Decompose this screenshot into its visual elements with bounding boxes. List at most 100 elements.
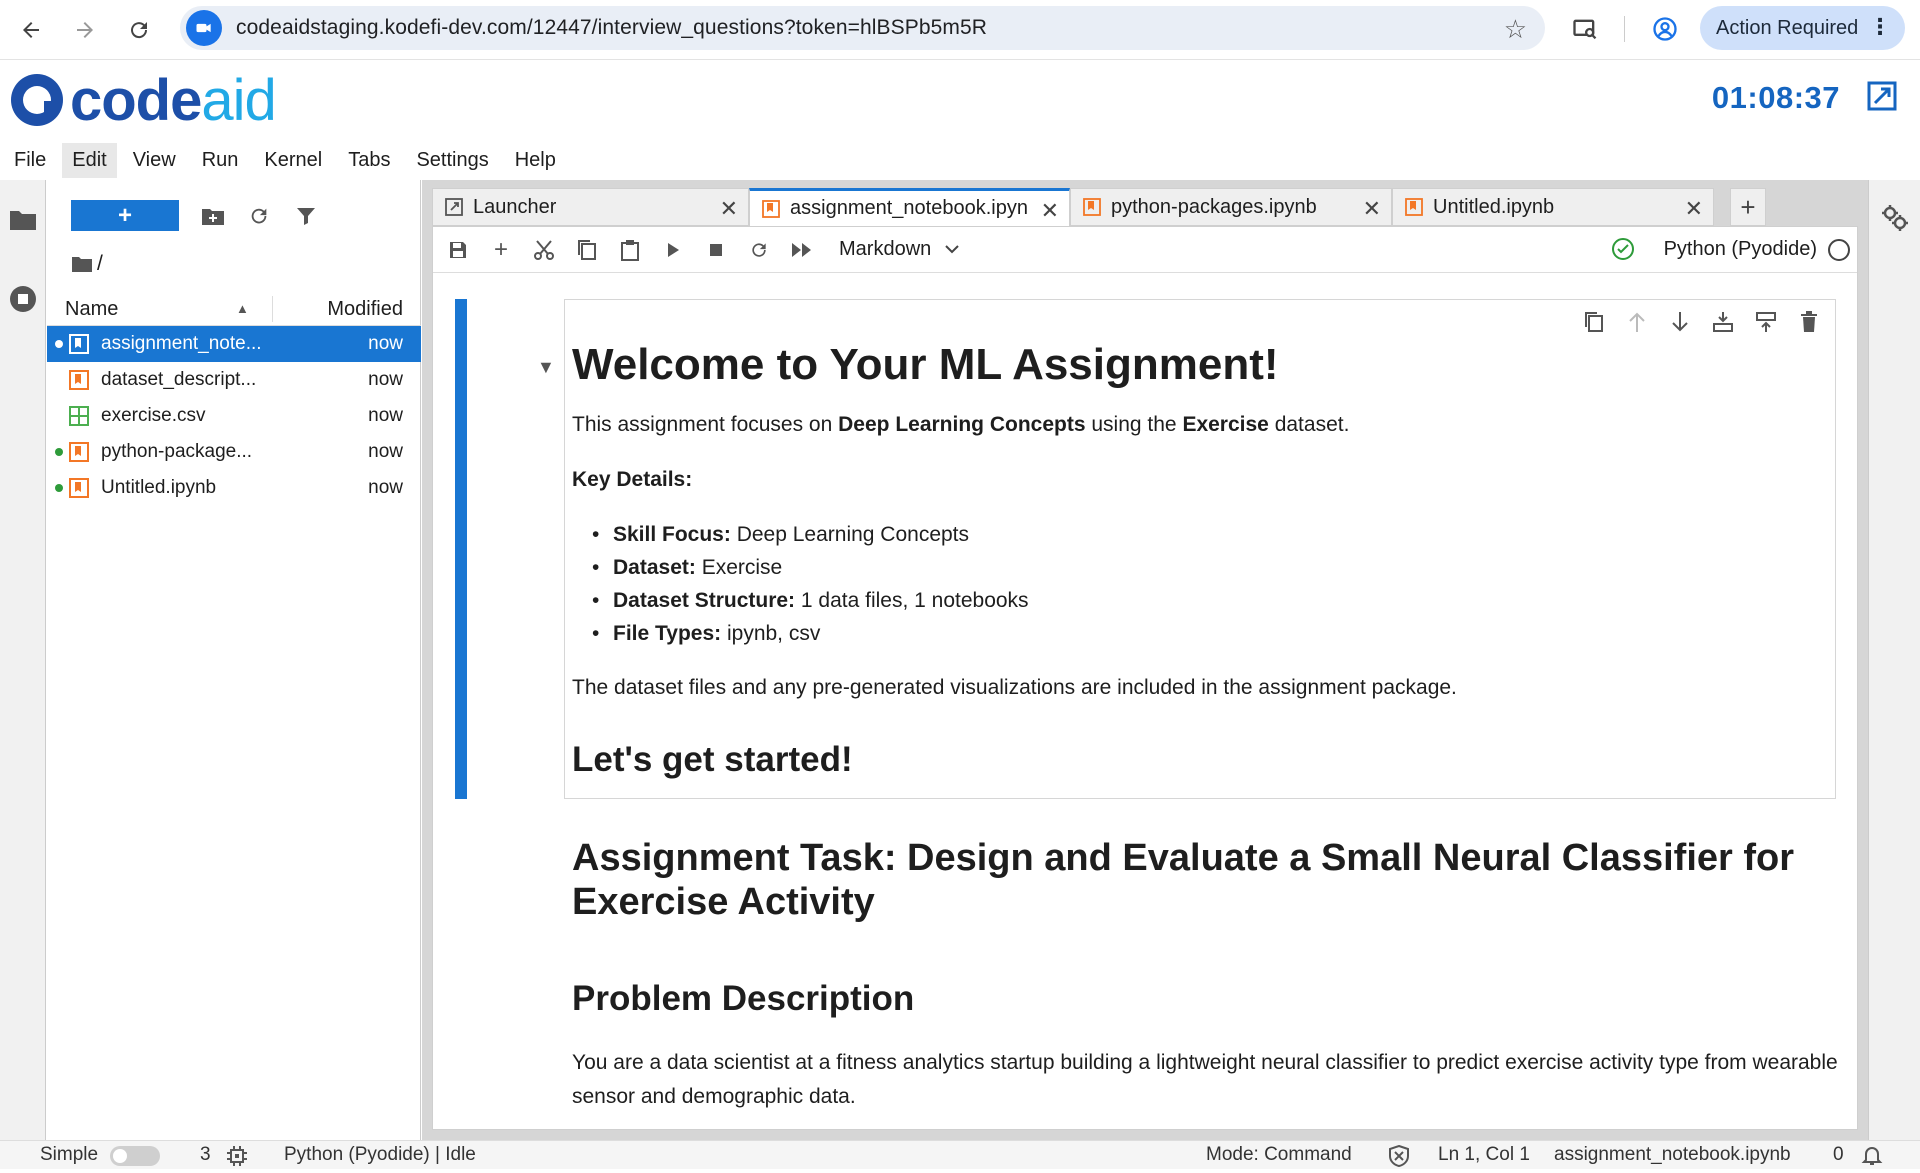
intro-skill: Deep Learning Concepts xyxy=(838,413,1086,436)
column-separator xyxy=(272,296,273,322)
notebook-icon xyxy=(69,442,89,462)
detail-label: Dataset Structure: xyxy=(613,589,796,612)
expand-icon[interactable] xyxy=(1866,80,1898,118)
move-up-icon[interactable] xyxy=(1623,308,1651,336)
copy-icon[interactable] xyxy=(574,237,600,263)
close-icon[interactable]: ✕ xyxy=(720,196,738,222)
intro-dataset: Exercise xyxy=(1182,413,1269,436)
running-kernels-icon[interactable] xyxy=(8,284,38,314)
bookmark-star-icon[interactable]: ☆ xyxy=(1504,14,1527,45)
action-required-label: Action Required xyxy=(1716,16,1859,39)
detail-label: File Types: xyxy=(613,622,722,645)
file-list-header: Name ▲ Modified xyxy=(47,292,421,326)
kebab-menu-icon[interactable]: ⋮ xyxy=(1869,14,1891,40)
paste-icon[interactable] xyxy=(617,237,643,263)
menu-run[interactable]: Run xyxy=(192,143,249,178)
fast-forward-icon[interactable] xyxy=(789,237,815,263)
forward-icon[interactable] xyxy=(58,5,112,55)
folder-icon[interactable] xyxy=(8,204,38,234)
action-required-button[interactable]: Action Required ⋮ xyxy=(1700,6,1905,50)
new-folder-icon[interactable] xyxy=(199,202,227,230)
column-name-header[interactable]: Name xyxy=(65,298,118,321)
run-icon[interactable] xyxy=(660,237,686,263)
move-down-icon[interactable] xyxy=(1666,308,1694,336)
file-row[interactable]: exercise.csv now xyxy=(47,398,421,434)
menu-edit[interactable]: Edit xyxy=(62,142,117,178)
file-modified: now xyxy=(368,477,403,498)
intro-paragraph: This assignment focuses on Deep Learning… xyxy=(572,408,1349,442)
detail-value: 1 data files, 1 notebooks xyxy=(795,589,1029,612)
column-modified-header[interactable]: Modified xyxy=(327,298,403,321)
sort-ascending-icon: ▲ xyxy=(236,301,249,316)
kernel-count[interactable]: 3 xyxy=(200,1144,211,1166)
menu-view[interactable]: View xyxy=(123,143,186,178)
tab-assignment-notebook[interactable]: assignment_notebook.ipyn ✕ xyxy=(749,188,1070,226)
refresh-icon[interactable] xyxy=(245,202,273,230)
file-row[interactable]: python-package... now xyxy=(47,434,421,470)
kernel-name-button[interactable]: Python (Pyodide) xyxy=(1664,238,1817,261)
file-modified: now xyxy=(368,333,403,354)
cursor-position[interactable]: Ln 1, Col 1 xyxy=(1438,1144,1530,1166)
kernel-ready-icon xyxy=(1611,237,1635,267)
insert-below-icon[interactable] xyxy=(1752,308,1780,336)
cell-type-dropdown[interactable]: Markdown xyxy=(839,238,959,261)
cell-toolbar xyxy=(1565,308,1823,336)
breadcrumb-path: / xyxy=(97,252,103,275)
filter-icon[interactable] xyxy=(292,202,320,230)
file-browser: + / Name ▲ Modified assignment_note... n… xyxy=(47,180,421,1140)
notification-count[interactable]: 0 xyxy=(1833,1144,1844,1166)
app-header: codeaid 01:08:37 xyxy=(0,60,1920,140)
tab-launcher[interactable]: Launcher ✕ xyxy=(432,188,749,226)
menu-tabs[interactable]: Tabs xyxy=(338,143,400,178)
codeaid-logo: codeaid xyxy=(10,68,277,133)
cast-search-icon[interactable] xyxy=(1568,12,1602,46)
toggle-knob xyxy=(113,1149,127,1163)
running-dot xyxy=(55,484,63,492)
restart-icon[interactable] xyxy=(746,237,772,263)
tab-label: assignment_notebook.ipyn xyxy=(790,197,1028,219)
main-dock-area: Launcher ✕ assignment_notebook.ipyn ✕ py… xyxy=(422,180,1868,1140)
tab-label: Launcher xyxy=(473,195,557,218)
collapse-heading-icon[interactable]: ▼ xyxy=(537,357,555,378)
back-icon[interactable] xyxy=(4,5,58,55)
toolbar-separator xyxy=(1624,16,1625,42)
tab-python-packages[interactable]: python-packages.ipynb ✕ xyxy=(1070,188,1392,226)
new-launcher-button[interactable]: + xyxy=(71,200,179,231)
close-icon[interactable]: ✕ xyxy=(1041,198,1059,224)
close-icon[interactable]: ✕ xyxy=(1685,196,1703,222)
property-inspector-icon[interactable] xyxy=(1881,204,1909,238)
cut-icon[interactable] xyxy=(531,237,557,263)
simple-mode-toggle[interactable] xyxy=(110,1146,160,1166)
kernel-status-text[interactable]: Python (Pyodide) | Idle xyxy=(284,1144,476,1166)
stop-icon[interactable] xyxy=(703,237,729,263)
file-browser-toolbar: + xyxy=(47,194,421,234)
reload-icon[interactable] xyxy=(112,5,166,55)
notebook-icon xyxy=(1405,198,1423,216)
address-bar[interactable]: codeaidstaging.kodefi-dev.com/12447/inte… xyxy=(180,6,1545,50)
menu-file[interactable]: File xyxy=(4,143,56,178)
breadcrumb[interactable]: / xyxy=(71,252,103,276)
file-row[interactable]: dataset_descript... now xyxy=(47,362,421,398)
file-row[interactable]: Untitled.ipynb now xyxy=(47,470,421,506)
profile-icon[interactable] xyxy=(1648,12,1682,46)
menu-settings[interactable]: Settings xyxy=(406,143,498,178)
right-sidebar-rail xyxy=(1868,180,1920,1140)
mode-indicator: Mode: Command xyxy=(1206,1144,1352,1165)
notebook-panel: + Markdown Python (Pyodide) ▼ Welcome to… xyxy=(432,226,1858,1130)
insert-cell-icon[interactable]: + xyxy=(488,236,514,263)
delete-cell-icon[interactable] xyxy=(1795,308,1823,336)
insert-above-icon[interactable] xyxy=(1709,308,1737,336)
list-item: Dataset: Exercise xyxy=(572,551,1029,584)
tab-untitled[interactable]: Untitled.ipynb ✕ xyxy=(1392,188,1714,226)
file-name: assignment_note... xyxy=(101,333,262,354)
kernel-status-icon xyxy=(1828,239,1850,261)
menu-kernel[interactable]: Kernel xyxy=(254,143,332,178)
menu-help[interactable]: Help xyxy=(505,143,566,178)
save-icon[interactable] xyxy=(445,237,471,263)
duplicate-cell-icon[interactable] xyxy=(1580,308,1608,336)
add-tab-icon[interactable]: + xyxy=(1730,188,1766,226)
site-camera-icon[interactable] xyxy=(186,10,222,46)
file-row[interactable]: assignment_note... now xyxy=(47,326,421,362)
folder-root-icon xyxy=(72,257,92,272)
close-icon[interactable]: ✕ xyxy=(1363,196,1381,222)
